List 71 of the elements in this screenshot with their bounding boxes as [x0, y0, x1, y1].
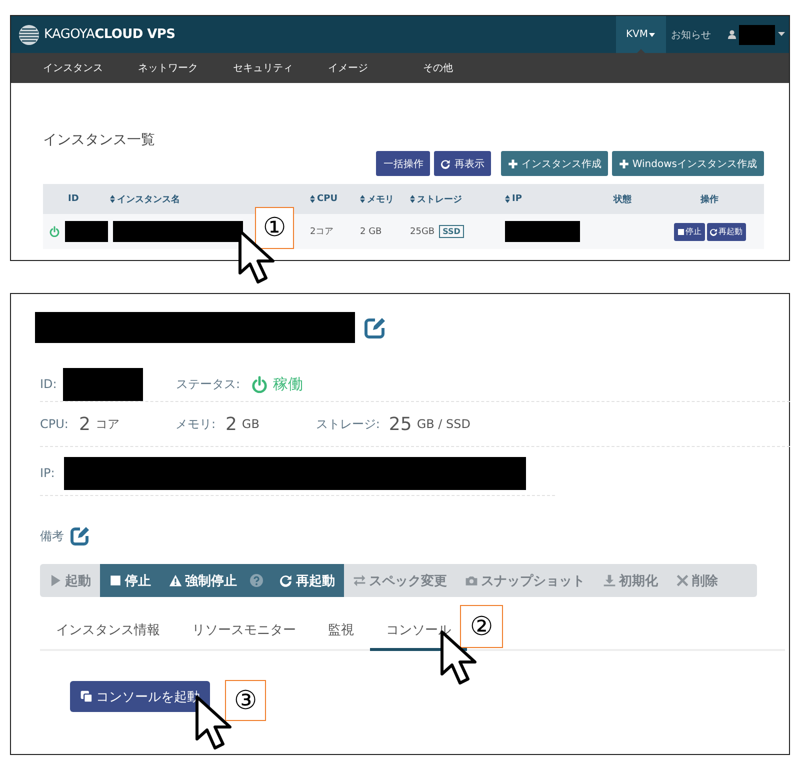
redaction-box	[65, 221, 108, 242]
instance-action-button[interactable]: 停止	[100, 564, 160, 597]
play-icon	[49, 574, 62, 587]
plus-icon	[508, 158, 518, 168]
edit-icon[interactable]	[364, 316, 386, 338]
column-header[interactable]: CPU	[317, 194, 338, 204]
header-menu-item[interactable]: お知らせ	[666, 16, 716, 53]
copy-icon	[80, 690, 93, 703]
field-value: 2	[79, 414, 90, 434]
tab[interactable]: 監視	[312, 611, 370, 651]
table-cell: 2 GB	[360, 226, 382, 236]
field-label: メモリ:	[175, 416, 216, 432]
nav-item[interactable]: ネットワーク	[138, 61, 233, 75]
status-text: 稼働	[273, 374, 303, 394]
download-icon	[603, 574, 616, 587]
table-cell-text: 2コア	[310, 226, 334, 238]
page-heading: インスタンス一覧	[43, 131, 156, 150]
column-header[interactable]: IP	[512, 194, 522, 204]
instance-action-button[interactable]: 再起動	[271, 564, 344, 597]
nav-item[interactable]: イメージ	[328, 61, 423, 75]
row-action-button[interactable]: 停止	[674, 222, 704, 240]
action-button[interactable]: Windowsインスタンス作成	[612, 151, 764, 176]
callout-marker: ①	[255, 207, 294, 249]
instance-action-button[interactable]: 強制停止	[160, 564, 246, 597]
action-button[interactable]: 一括操作	[376, 151, 430, 176]
action-button[interactable]: 再表示	[434, 151, 492, 176]
field-label: 備考	[40, 528, 64, 544]
plus-icon	[619, 158, 630, 168]
column-header: 状態	[614, 193, 632, 206]
stop-icon	[109, 574, 122, 587]
column-header[interactable]: インスタンス名	[117, 192, 180, 206]
x-icon	[676, 574, 689, 587]
field-unit: GB / SSD	[416, 417, 470, 431]
row-action-button[interactable]: 再起動	[706, 222, 746, 240]
field-value: 2	[225, 414, 237, 434]
field-label: ID:	[40, 377, 58, 391]
brand-logo-text: KAGOYACLOUD VPS	[44, 27, 176, 42]
action-button[interactable]: インスタンス作成	[501, 151, 608, 176]
callout-marker: ③	[225, 680, 266, 721]
warning-icon	[169, 574, 182, 587]
field-value: 25	[388, 414, 412, 434]
field-label: CPU:	[40, 417, 70, 431]
column-header[interactable]: ストレージ	[417, 192, 462, 206]
table-cell: 25GB	[410, 226, 435, 236]
user-icon	[728, 30, 736, 39]
nav-item[interactable]: セキュリティ	[233, 61, 328, 75]
swap-icon	[353, 574, 366, 587]
globe-logo-icon	[18, 24, 40, 46]
tab[interactable]: インスタンス情報	[40, 611, 176, 651]
refresh-icon	[280, 574, 293, 587]
column-header: ID	[68, 194, 79, 204]
callout-marker: ②	[460, 605, 503, 648]
nav-item[interactable]: その他	[423, 61, 518, 75]
stop-icon	[676, 228, 684, 236]
header-menu-item[interactable]: KVM	[616, 16, 666, 53]
field-label: ステータス:	[176, 376, 242, 392]
field-unit: コア	[95, 416, 120, 432]
column-header[interactable]: メモリ	[367, 192, 394, 206]
nav-item[interactable]: インスタンス	[43, 61, 138, 75]
caret-icon	[778, 32, 785, 37]
field-unit: GB	[242, 417, 260, 431]
refresh-icon	[710, 228, 718, 236]
redaction-box	[739, 24, 775, 44]
tab[interactable]: リソースモニター	[176, 611, 312, 651]
field-label: ストレージ:	[316, 416, 381, 432]
field-label: IP:	[40, 466, 56, 480]
edit-icon[interactable]	[70, 526, 90, 546]
storage-tag: SSD	[438, 225, 464, 238]
column-header: 操作	[700, 194, 718, 206]
refresh-icon	[441, 158, 452, 168]
camera-icon	[465, 574, 478, 587]
